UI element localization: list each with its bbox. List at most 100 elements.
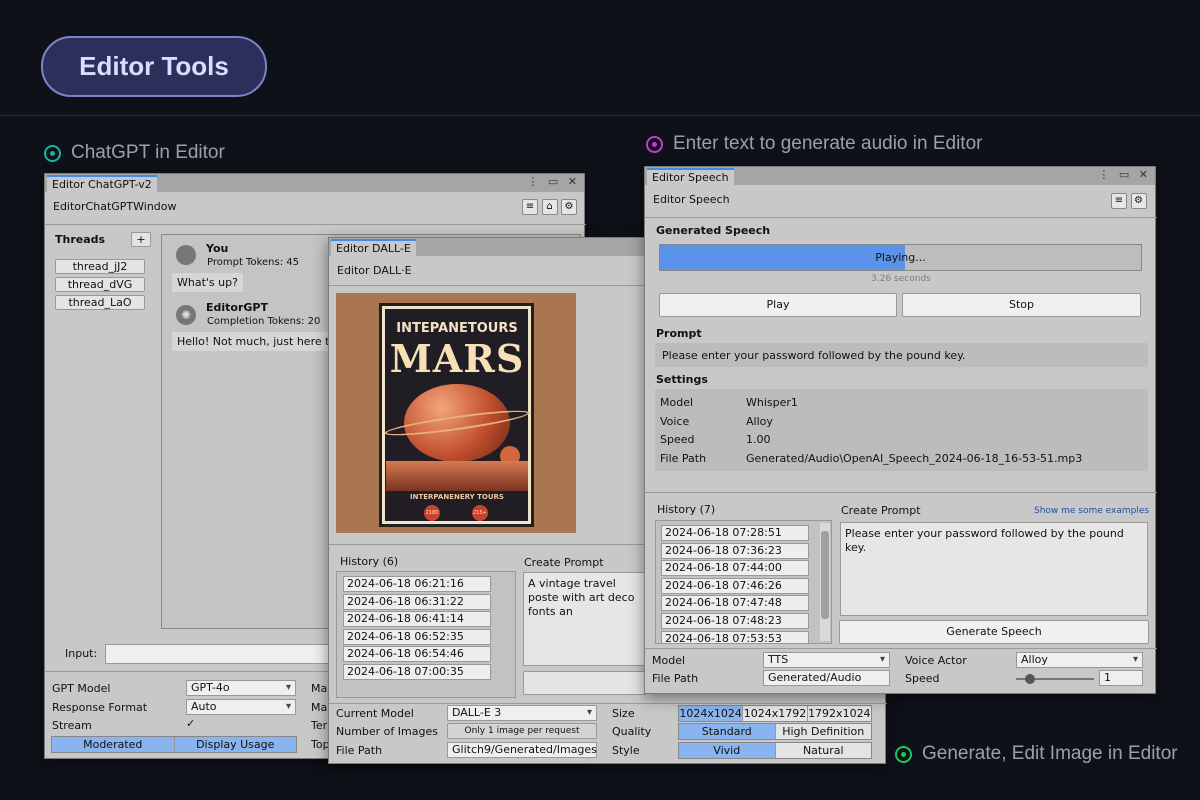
size-option[interactable]: 1792x1024 xyxy=(807,706,871,721)
thread-item[interactable]: thread_LaO xyxy=(55,295,145,310)
size-selector: 1024x1024 1024x1792 1792x1024 xyxy=(678,705,872,722)
gear-icon[interactable]: ⚙ xyxy=(1130,193,1147,209)
voice-actor-dropdown[interactable]: Alloy xyxy=(1016,652,1143,668)
voice-actor-value: Alloy xyxy=(1021,653,1048,666)
speech-file-path-input[interactable]: Generated/Audio xyxy=(763,670,890,686)
generate-image-button[interactable] xyxy=(523,671,647,695)
dalle-tab[interactable]: Editor DALL-E xyxy=(331,239,416,256)
speed-slider-handle[interactable] xyxy=(1025,674,1036,684)
thread-item[interactable]: thread_jJ2 xyxy=(55,259,145,274)
play-button[interactable]: Play xyxy=(659,293,897,317)
history-item[interactable]: 2024-06-18 07:00:35 xyxy=(343,663,491,680)
quality-option[interactable]: High Definition xyxy=(775,724,871,739)
header-icons: ≡ ⌂ ⚙ xyxy=(522,199,577,215)
user-avatar xyxy=(176,245,196,265)
history-item[interactable]: 2024-06-18 07:47:48 xyxy=(661,595,809,612)
history-scrollbar[interactable] xyxy=(820,523,830,641)
stop-button[interactable]: Stop xyxy=(902,293,1141,317)
dalle-header: Editor DALL·E xyxy=(337,264,412,277)
speed-slider-track[interactable] xyxy=(1016,674,1094,684)
current-model-value: DALL-E 3 xyxy=(452,706,502,719)
current-model-label: Current Model xyxy=(336,707,414,720)
landscape xyxy=(386,461,528,491)
moderated-toggle[interactable]: Moderated xyxy=(52,737,175,752)
speech-prompt-textarea[interactable]: Please enter your password followed by t… xyxy=(840,522,1148,616)
generated-image[interactable]: INTEPANETOURS MARS INTERPANENERY TOURS 2… xyxy=(336,293,576,533)
window-menu-icon[interactable]: ⋮ ▭ ✕ xyxy=(1098,168,1151,181)
display-usage-toggle[interactable]: Display Usage xyxy=(174,737,296,752)
window-menu-icon[interactable]: ⋮ ▭ ✕ xyxy=(527,175,580,188)
generated-speech-label: Generated Speech xyxy=(656,224,771,237)
model-label: Model xyxy=(652,654,686,667)
style-option[interactable]: Vivid xyxy=(679,743,776,758)
target-icon xyxy=(646,135,663,153)
caption-image: Generate, Edit Image in Editor xyxy=(895,743,1178,765)
history-item[interactable]: 2024-06-18 06:54:46 xyxy=(343,646,491,663)
response-format-dropdown[interactable]: Auto xyxy=(186,699,296,715)
gpt-avatar-icon: ✺ xyxy=(176,305,196,325)
speed-input[interactable]: 1 xyxy=(1099,670,1143,686)
tts-model-dropdown[interactable]: TTS xyxy=(763,652,890,668)
gpt-model-value: GPT-4o xyxy=(191,681,230,694)
poster-badge: 215+ xyxy=(472,505,488,521)
threads-list: thread_jJ2 thread_dVG thread_LaO xyxy=(55,259,145,310)
history-item[interactable]: 2024-06-18 07:44:00 xyxy=(661,560,809,577)
size-option[interactable]: 1024x1024 xyxy=(679,706,744,721)
style-option[interactable]: Natural xyxy=(775,743,871,758)
history-item[interactable]: 2024-06-18 07:28:51 xyxy=(661,525,809,541)
speech-history-list: 2024-06-18 07:28:51 2024-06-18 07:36:23 … xyxy=(655,520,832,644)
list-icon[interactable]: ≡ xyxy=(522,199,538,215)
divider xyxy=(645,492,1157,493)
chatgpt-tab[interactable]: Editor ChatGPT-v2 xyxy=(47,175,157,192)
history-item[interactable]: 2024-06-18 06:31:22 xyxy=(343,593,491,610)
poster-title: MARS xyxy=(389,336,525,381)
speech-window: Editor Speech ⋮ ▭ ✕ Editor Speech ≡ ⚙ Ge… xyxy=(644,166,1157,694)
history-item[interactable]: 2024-06-18 07:53:53 xyxy=(661,630,809,643)
gpt-model-dropdown[interactable]: GPT-4o xyxy=(186,680,296,696)
speech-tab[interactable]: Editor Speech xyxy=(647,168,734,185)
file-path-input[interactable]: Glitch9/Generated/Images xyxy=(447,742,597,758)
list-icon[interactable]: ≡ xyxy=(1111,193,1127,209)
style-label: Style xyxy=(612,744,640,757)
file-path-label: File Path xyxy=(652,672,699,685)
tts-model-value: TTS xyxy=(768,653,789,666)
history-item[interactable]: 2024-06-18 06:41:14 xyxy=(343,611,491,628)
caption-speech: Enter text to generate audio in Editor xyxy=(646,133,982,155)
clean-icon[interactable]: ⌂ xyxy=(541,199,558,215)
speech-tabbar: Editor Speech ⋮ ▭ ✕ xyxy=(645,167,1155,185)
add-thread-button[interactable]: + xyxy=(131,232,151,247)
setting-key: File Path xyxy=(660,452,707,465)
num-images-field: Only 1 image per request xyxy=(447,723,597,739)
setting-key: Speed xyxy=(660,433,695,446)
setting-key: Model xyxy=(660,396,694,409)
chat-input[interactable] xyxy=(105,644,335,664)
divider xyxy=(645,217,1157,218)
stream-checkbox[interactable]: ✓ xyxy=(186,718,198,730)
current-model-dropdown[interactable]: DALL-E 3 xyxy=(447,705,597,721)
response-format-value: Auto xyxy=(191,700,217,713)
thread-item[interactable]: thread_dVG xyxy=(55,277,145,292)
history-item[interactable]: 2024-06-18 06:52:35 xyxy=(343,628,491,645)
divider xyxy=(645,648,1157,649)
size-option[interactable]: 1024x1792 xyxy=(743,706,808,721)
generate-speech-button[interactable]: Generate Speech xyxy=(839,620,1149,644)
examples-link[interactable]: Show me some examples xyxy=(1034,506,1149,516)
moderation-toggle: Moderated Display Usage xyxy=(51,736,297,753)
scrollbar-thumb[interactable] xyxy=(821,531,829,619)
setting-value: Alloy xyxy=(746,415,773,428)
setting-value: Generated/Audio\OpenAI_Speech_2024-06-18… xyxy=(746,452,1083,465)
file-path-label: File Path xyxy=(336,744,383,757)
quality-option[interactable]: Standard xyxy=(679,724,776,739)
input-label: Input: xyxy=(65,647,98,660)
dalle-prompt-textarea[interactable]: A vintage travel poste with art deco fon… xyxy=(523,572,647,666)
playback-status: Playing... xyxy=(875,251,926,264)
speech-history-label: History (7) xyxy=(657,503,716,516)
history-item[interactable]: 2024-06-18 07:36:23 xyxy=(661,542,809,559)
caption-speech-text: Enter text to generate audio in Editor xyxy=(673,133,983,154)
setting-label: Top xyxy=(311,738,330,751)
gear-icon[interactable]: ⚙ xyxy=(561,199,577,215)
history-item[interactable]: 2024-06-18 07:48:23 xyxy=(661,612,809,629)
header-icons: ≡ ⚙ xyxy=(1111,193,1147,209)
history-item[interactable]: 2024-06-18 07:46:26 xyxy=(661,577,809,594)
history-item[interactable]: 2024-06-18 06:21:16 xyxy=(343,576,491,592)
